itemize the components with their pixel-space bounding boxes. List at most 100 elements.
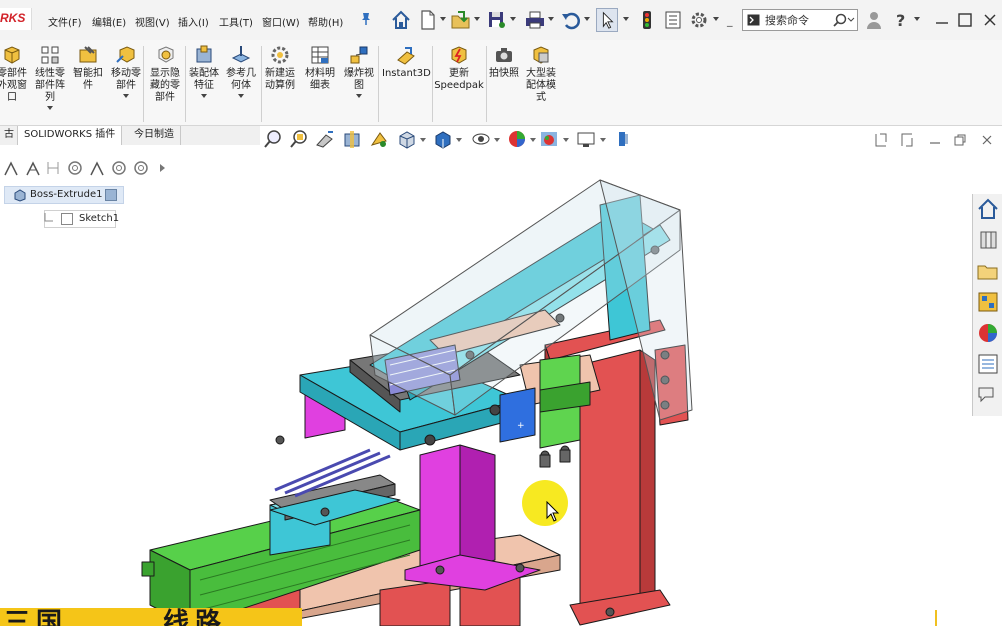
ordinate-dimension-icon[interactable] [110,158,128,178]
minimize-icon[interactable] [932,9,952,31]
open-icon[interactable] [450,8,472,32]
help-icon[interactable]: ? [891,9,911,31]
doc-close-icon[interactable] [980,133,994,147]
new-document-icon[interactable] [417,8,439,32]
assembly-features-button[interactable]: 装配体 特征 [186,44,222,98]
hide-show-items-icon[interactable] [470,129,492,149]
angular-dimension-icon[interactable] [132,158,150,178]
toolbar-expand-icon[interactable] [154,158,172,178]
menu-window[interactable]: 窗口(W) [262,14,300,29]
search-magnifier-icon[interactable] [831,12,855,28]
component-appearance-button[interactable]: 零部件 外观窗 口 [0,44,30,104]
view-orientation-caret[interactable] [420,138,426,142]
options-gear-icon[interactable] [688,8,710,32]
dropdown-caret[interactable] [201,94,207,98]
snapshot-icon [496,48,512,62]
dropdown-caret[interactable] [123,94,129,98]
doc-minimize-icon[interactable] [928,133,942,147]
tree-item-boss-extrude[interactable]: Boss-Extrude1 [4,186,124,204]
maximize-icon[interactable] [955,9,975,31]
open-dropdown-caret[interactable] [474,17,480,21]
appearance-caret[interactable] [530,138,536,142]
baseline-dimension-icon[interactable] [66,158,84,178]
view-settings-icon[interactable] [575,129,597,149]
viewport-split-icon[interactable] [874,133,888,147]
save-dropdown-caret[interactable] [510,17,516,21]
select-arrow-icon[interactable] [596,8,618,32]
assembly-model-render[interactable]: + [0,150,970,626]
horizontal-dimension-icon[interactable] [24,158,42,178]
graphics-area[interactable]: + Boss-Extrude1 Sketch1 [0,150,970,626]
print-dropdown-caret[interactable] [548,17,554,21]
view-settings-caret[interactable] [600,138,606,142]
tab-manufacturing[interactable]: 今日制造 [128,126,181,145]
save-icon[interactable] [486,8,508,32]
search-box [742,9,858,31]
menu-tools[interactable]: 工具(T) [219,14,253,29]
smart-fastener-button[interactable]: 智能扣 件 [70,44,106,92]
close-icon[interactable] [980,9,1000,31]
menu-file[interactable]: 文件(F) [48,14,82,29]
account-icon[interactable] [864,9,884,31]
overflow-ellipsis[interactable]: _ [727,14,733,27]
smart-dimension-icon[interactable] [2,158,20,178]
previous-view-icon[interactable] [314,129,336,149]
forum-icon[interactable] [975,382,1001,408]
custom-properties-icon[interactable] [975,351,1001,377]
display-pane-icon[interactable] [612,129,634,149]
options-dropdown-caret[interactable] [713,17,719,21]
tab-solidworks-addins[interactable]: SOLIDWORKS 插件 [17,126,123,145]
menu-edit[interactable]: 编辑(E) [92,14,126,29]
undo-dropdown-caret[interactable] [584,17,590,21]
display-style-caret[interactable] [456,138,462,142]
linear-pattern-button[interactable]: 线性零 部件阵 列 [32,44,68,110]
dropdown-caret[interactable] [356,94,362,98]
zoom-to-area-icon[interactable] [288,129,310,149]
vertical-dimension-icon[interactable] [44,158,62,178]
reference-geometry-button[interactable]: 参考几 何体 [223,44,259,98]
menu-help[interactable]: 帮助(H) [308,14,343,29]
scene-caret[interactable] [563,138,569,142]
section-view-icon[interactable] [342,129,364,149]
file-properties-icon[interactable] [662,8,684,32]
chain-dimension-icon[interactable] [88,158,106,178]
viewport-single-icon[interactable] [900,133,914,147]
help-dropdown-caret[interactable] [914,17,920,21]
search-input[interactable] [765,12,827,28]
dynamic-annotation-icon[interactable] [368,129,390,149]
traffic-light-icon[interactable] [636,8,658,32]
show-hidden-components-button[interactable]: 显示隐 藏的零 部件 [146,44,184,104]
undo-icon[interactable] [560,8,582,32]
apply-scene-icon[interactable] [538,129,560,149]
solidworks-resources-icon[interactable] [975,196,1001,222]
take-snapshot-button[interactable]: 拍快照 [486,44,522,80]
doc-restore-icon[interactable] [953,133,967,147]
menu-insert[interactable]: 插入(I) [178,14,209,29]
update-speedpak-button[interactable]: 更新 Speedpak [434,44,484,92]
view-palette-icon[interactable] [975,289,1001,315]
bill-of-materials-button[interactable]: 材料明 细表 [302,44,338,92]
solidworks-logo[interactable]: RKS [0,8,32,30]
move-component-button[interactable]: 移动零 部件 [107,44,145,98]
appearances-scenes-icon[interactable] [975,320,1001,346]
dropdown-caret[interactable] [238,94,244,98]
design-library-icon[interactable] [975,227,1001,253]
display-style-icon[interactable] [432,129,454,149]
print-icon[interactable] [524,8,546,32]
file-explorer-icon[interactable] [975,258,1001,284]
new-dropdown-caret[interactable] [440,17,446,21]
view-orientation-icon[interactable] [396,129,418,149]
edit-appearance-icon[interactable] [506,129,528,149]
select-dropdown-caret[interactable] [623,17,629,21]
tree-item-sketch[interactable]: Sketch1 [44,210,119,228]
home-icon[interactable] [390,8,412,32]
menu-view[interactable]: 视图(V) [135,14,170,29]
exploded-view-button[interactable]: 爆炸视 图 [340,44,378,98]
hide-show-caret[interactable] [494,138,500,142]
zoom-to-fit-icon[interactable] [262,129,284,149]
large-assembly-mode-button[interactable]: 大型装 配体模 式 [522,44,560,104]
instant3d-button[interactable]: Instant3D [382,44,431,80]
new-motion-study-button[interactable]: 新建运 动算例 [262,44,298,92]
dropdown-caret[interactable] [47,106,53,110]
pin-icon[interactable] [360,12,372,26]
